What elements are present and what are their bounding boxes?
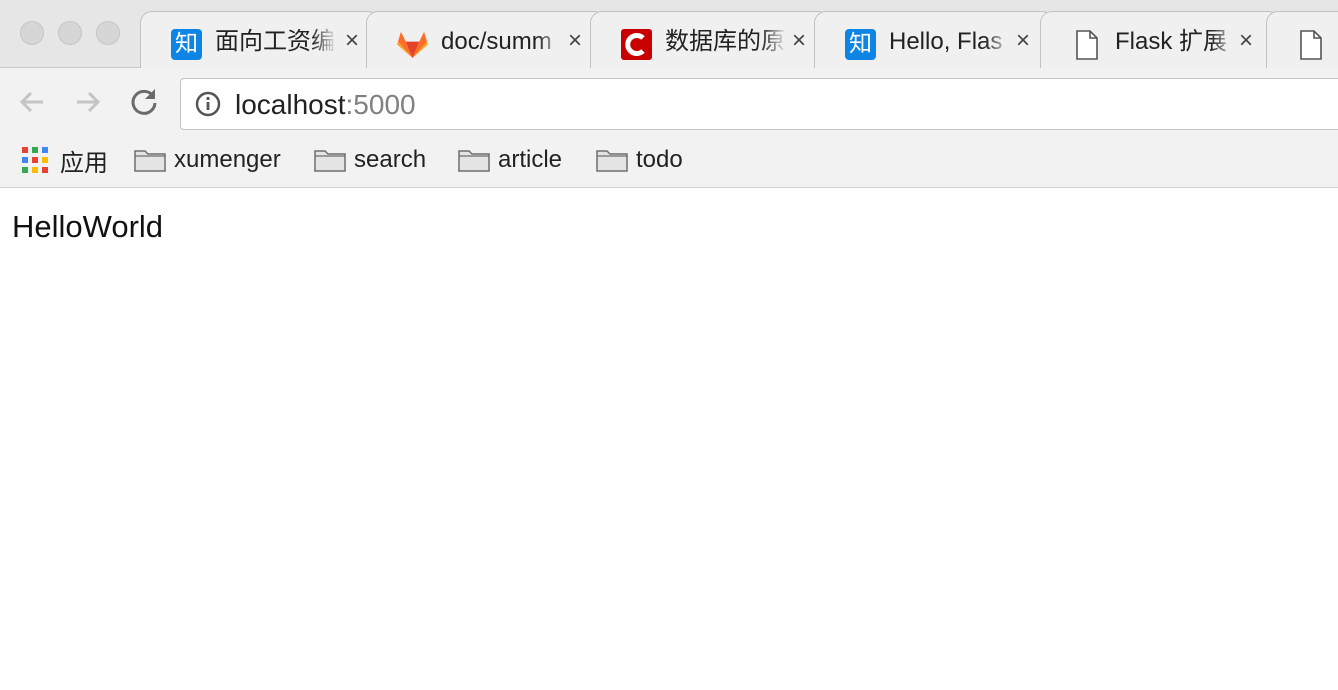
- zoom-window-button[interactable]: [96, 21, 120, 45]
- tab-title: 面向工资编: [215, 28, 335, 55]
- url-host: localhost: [235, 89, 346, 120]
- page-body-text: HelloWorld: [12, 209, 164, 244]
- bookmark-label: search: [354, 146, 427, 173]
- reload-button[interactable]: [126, 84, 162, 120]
- tab-6[interactable]: [1266, 11, 1338, 68]
- minimize-window-button[interactable]: [58, 21, 82, 45]
- bookmark-folder-search[interactable]: search: [314, 144, 426, 176]
- window-controls: [20, 21, 120, 45]
- tab-5[interactable]: Flask 扩展 ×: [1040, 11, 1280, 68]
- forward-button[interactable]: [70, 84, 106, 120]
- back-arrow-icon: [19, 91, 43, 113]
- back-button[interactable]: [14, 84, 50, 120]
- url-port: :5000: [345, 89, 416, 120]
- browser-toolbar: localhost:5000: [0, 68, 1338, 134]
- apps-grid-icon: [22, 147, 48, 173]
- apps-label: 应用: [60, 149, 108, 177]
- bookmark-label: xumenger: [174, 146, 281, 173]
- tab-4[interactable]: 知 Hello, Flas ×: [814, 11, 1054, 68]
- close-tab-icon[interactable]: ×: [786, 27, 812, 54]
- zhihu-icon: 知: [171, 29, 202, 60]
- bookmark-folder-todo[interactable]: todo: [596, 144, 683, 176]
- close-tab-icon[interactable]: ×: [1010, 27, 1036, 54]
- bookmarks-bar: 应用 xumenger search article todo: [0, 134, 1338, 188]
- url-text[interactable]: localhost:5000: [235, 89, 416, 121]
- gitlab-icon: [397, 29, 428, 60]
- address-bar[interactable]: localhost:5000: [180, 78, 1338, 130]
- info-icon[interactable]: [195, 91, 221, 117]
- tab-3[interactable]: 数据库的原 ×: [590, 11, 830, 68]
- tab-title: Hello, Flas: [889, 27, 1011, 57]
- tab-title: 数据库的原: [665, 28, 785, 55]
- close-window-button[interactable]: [20, 21, 44, 45]
- document-icon: [1295, 29, 1326, 60]
- tab-2[interactable]: doc/summ ×: [366, 11, 606, 68]
- csdn-icon: [621, 29, 652, 60]
- tab-1[interactable]: 知 面向工资编 ×: [140, 11, 380, 68]
- bookmark-label: article: [498, 146, 563, 173]
- folder-icon: [314, 150, 346, 172]
- apps-shortcut[interactable]: 应用: [22, 144, 108, 177]
- document-icon: [1071, 29, 1102, 60]
- folder-icon: [134, 150, 166, 172]
- reload-icon: [131, 89, 157, 115]
- bookmark-label: todo: [636, 146, 683, 173]
- tab-strip: 知 面向工资编 × doc/summ × 数据库的原 × 知 Hello, Fl…: [0, 0, 1338, 68]
- bookmark-folder-article[interactable]: article: [458, 144, 562, 176]
- tab-title: doc/summ: [441, 27, 563, 57]
- close-tab-icon[interactable]: ×: [339, 27, 365, 54]
- folder-icon: [596, 150, 628, 172]
- tab-title: Flask 扩展: [1115, 27, 1237, 57]
- bookmark-folder-xumenger[interactable]: xumenger: [134, 144, 281, 176]
- close-tab-icon[interactable]: ×: [1233, 27, 1259, 54]
- close-tab-icon[interactable]: ×: [562, 27, 588, 54]
- folder-icon: [458, 150, 490, 172]
- zhihu-icon: 知: [845, 29, 876, 60]
- forward-arrow-icon: [77, 91, 101, 113]
